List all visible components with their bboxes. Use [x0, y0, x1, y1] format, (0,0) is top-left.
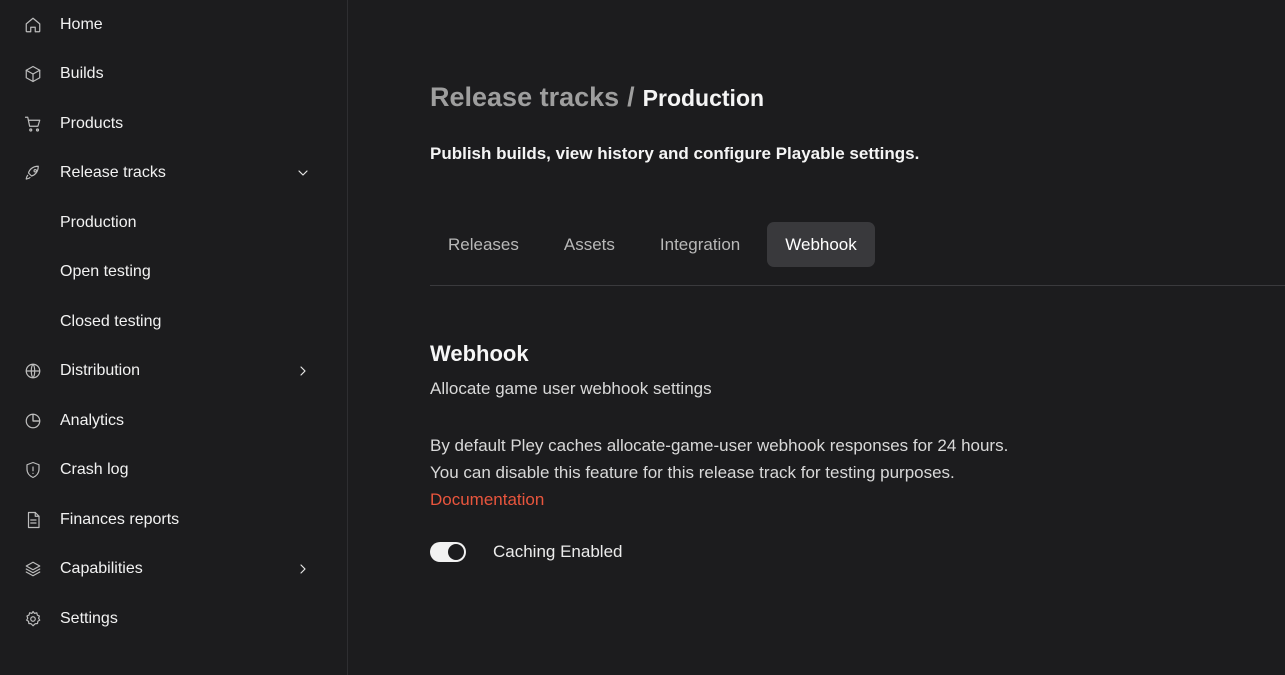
- rocket-icon: [23, 163, 43, 183]
- sidebar-item-label: Release tracks: [60, 164, 166, 181]
- sidebar-item-builds[interactable]: Builds: [0, 54, 348, 94]
- sidebar-item-finances-reports[interactable]: Finances reports: [0, 500, 348, 540]
- description-line: You can disable this feature for this re…: [430, 463, 955, 482]
- chevron-right-icon[interactable]: [293, 559, 313, 579]
- sidebar-subitem-open-testing[interactable]: Open testing: [0, 252, 348, 292]
- sidebar-item-products[interactable]: Products: [0, 104, 348, 144]
- sidebar-subitem-production[interactable]: Production: [0, 203, 348, 243]
- caching-toggle-row: Caching Enabled: [430, 538, 622, 566]
- tabs-divider: [430, 285, 1285, 286]
- webhook-description: By default Pley caches allocate-game-use…: [430, 432, 1008, 513]
- sidebar-item-analytics[interactable]: Analytics: [0, 401, 348, 441]
- tab-releases[interactable]: Releases: [430, 222, 537, 267]
- tab-assets[interactable]: Assets: [546, 222, 633, 267]
- page-title: Production: [642, 85, 765, 111]
- breadcrumb: Release tracks / Production: [430, 82, 764, 113]
- shield-alert-icon: [23, 460, 43, 480]
- sidebar-item-crash-log[interactable]: Crash log: [0, 450, 348, 490]
- sidebar-item-home[interactable]: Home: [0, 5, 348, 45]
- box-icon: [23, 64, 43, 84]
- chevron-right-icon[interactable]: [293, 361, 313, 381]
- main-content: Release tracks / Production Publish buil…: [349, 0, 1285, 675]
- sidebar-subitem-label: Open testing: [60, 263, 151, 280]
- caching-toggle-label: Caching Enabled: [493, 542, 623, 561]
- breadcrumb-parent-link[interactable]: Release tracks: [430, 82, 619, 113]
- toggle-knob: [448, 544, 464, 560]
- gear-icon: [23, 609, 43, 629]
- sidebar-item-label: Builds: [60, 65, 104, 82]
- home-icon: [23, 15, 43, 35]
- section-title: Webhook: [430, 341, 529, 366]
- page-subtitle: Publish builds, view history and configu…: [430, 144, 920, 163]
- tab-integration[interactable]: Integration: [642, 222, 758, 267]
- sidebar-item-label: Finances reports: [60, 511, 180, 528]
- description-line: By default Pley caches allocate-game-use…: [430, 436, 1009, 455]
- sidebar-item-capabilities[interactable]: Capabilities: [0, 549, 348, 589]
- sidebar-item-settings[interactable]: Settings: [0, 599, 348, 639]
- cart-icon: [23, 114, 43, 134]
- tab-bar: Releases Assets Integration Webhook: [430, 222, 884, 267]
- documentation-link[interactable]: Documentation: [430, 490, 544, 509]
- sidebar-item-label: Home: [60, 16, 103, 33]
- sidebar-item-label: Capabilities: [60, 560, 143, 577]
- pie-chart-icon: [23, 411, 43, 431]
- sidebar-subitem-label: Closed testing: [60, 313, 162, 330]
- sidebar-item-label: Crash log: [60, 461, 129, 478]
- sidebar: Home Builds Products Release tracks Prod…: [0, 0, 348, 675]
- sidebar-subitem-closed-testing[interactable]: Closed testing: [0, 302, 348, 342]
- section-subtitle: Allocate game user webhook settings: [430, 379, 712, 398]
- layers-icon: [23, 559, 43, 579]
- tab-webhook[interactable]: Webhook: [767, 222, 875, 267]
- sidebar-item-release-tracks[interactable]: Release tracks: [0, 153, 348, 193]
- document-icon: [23, 510, 43, 530]
- globe-icon: [23, 361, 43, 381]
- caching-toggle[interactable]: [430, 542, 466, 562]
- chevron-down-icon[interactable]: [293, 163, 313, 183]
- sidebar-item-distribution[interactable]: Distribution: [0, 351, 348, 391]
- sidebar-item-label: Products: [60, 115, 124, 132]
- sidebar-subitem-label: Production: [60, 214, 137, 231]
- sidebar-item-label: Settings: [60, 610, 118, 627]
- breadcrumb-separator: /: [627, 82, 635, 112]
- sidebar-item-label: Analytics: [60, 412, 125, 429]
- sidebar-item-label: Distribution: [60, 362, 141, 379]
